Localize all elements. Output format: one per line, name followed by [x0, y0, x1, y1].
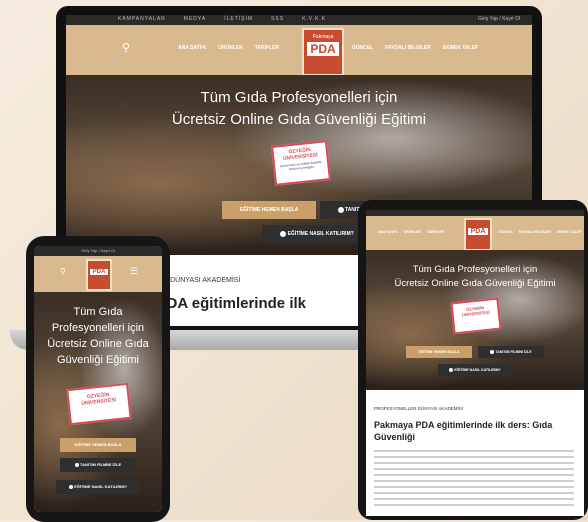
play-icon — [68, 484, 73, 489]
topbar-link[interactable]: KAMPANYALAR — [118, 16, 166, 22]
hero-title-line1: Tüm Gıda Profesyonelleri için — [412, 264, 538, 275]
pda-logo[interactable]: Pakmaya PDA — [302, 28, 344, 76]
play-icon — [490, 350, 495, 355]
pda-logo[interactable]: PDA — [86, 259, 112, 291]
search-icon[interactable]: ⚲ — [122, 41, 130, 54]
tablet-screen: ANA SAYFA ÜRÜNLER TARİFLER PDA GÜNCEL FA… — [366, 210, 584, 516]
pda-logo[interactable]: PDA — [464, 218, 492, 251]
start-training-button[interactable]: EĞİTİME HEMEN BAŞLA — [406, 346, 472, 358]
menu-icon[interactable]: ☰ — [130, 266, 138, 277]
tablet-hero: Tüm Gıda Profesyonelleri için Ücretsiz O… — [366, 250, 584, 390]
nav-item-news[interactable]: GÜNCEL — [352, 45, 373, 51]
article-body-placeholder — [374, 450, 574, 506]
nav-item-products[interactable]: ÜRÜNLER — [404, 230, 421, 234]
university-stamp: ÖZYEĞİN ÜNİVERSİTESİ — [450, 297, 502, 335]
nav-item-home[interactable]: ANA SAYFA — [178, 45, 206, 51]
play-icon — [280, 230, 287, 237]
login-link[interactable]: Giriş Yap / Kayıt Ol — [478, 16, 520, 22]
hero-title-line2: Ücretsiz Online Gıda Güvenliği Eğitimi — [171, 111, 427, 128]
tablet-nav: ANA SAYFA ÜRÜNLER TARİFLER PDA GÜNCEL FA… — [366, 216, 584, 251]
nav-item-info[interactable]: FAYDALI BİLGİLER — [385, 45, 431, 51]
phone-hero: Tüm Gıda Profesyonelleri için Ücretsiz O… — [34, 292, 162, 512]
nav-item-info[interactable]: FAYDALI BİLGİLER — [519, 230, 551, 234]
topbar-link[interactable]: K.V.K.K — [302, 16, 326, 22]
nav-item-bread-request[interactable]: EKMEK TALEP — [557, 230, 582, 234]
hero-title-line3: Ücretsiz Online Gıda — [47, 338, 149, 350]
play-icon — [337, 206, 344, 213]
nav-item-recipes[interactable]: TARİFLER — [255, 45, 279, 51]
play-icon — [74, 462, 79, 467]
laptop-nav: ⚲ ANA SAYFA ÜRÜNLER TARİFLER Pakmaya PDA… — [66, 25, 532, 76]
login-link[interactable]: Giriş Yap / Kayıt Ol — [34, 248, 162, 253]
hero-title-line2: Ücretsiz Online Gıda Güvenliği Eğitimi — [394, 278, 556, 289]
phone-screen: Giriş Yap / Kayıt Ol ⚲ PDA ☰ Tüm Gıda Pr… — [34, 246, 162, 512]
nav-item-bread-request[interactable]: EKMEK TALEP — [443, 45, 478, 51]
hero-title-line2: Profesyonelleri için — [51, 322, 145, 334]
laptop-top-bar: KAMPANYALAR MEDYA İLETİŞİM SSS K.V.K.K G… — [66, 15, 532, 25]
watch-promo-button[interactable]: TANITIM FİLMİNİ İZLE — [478, 346, 544, 358]
topbar-link[interactable]: İLETİŞİM — [224, 16, 253, 22]
how-to-join-button[interactable]: EĞİTİME NASIL KATILIRIM? — [56, 480, 140, 494]
topbar-link[interactable]: MEDYA — [184, 16, 206, 22]
search-icon[interactable]: ⚲ — [60, 267, 66, 276]
nav-item-products[interactable]: ÜRÜNLER — [218, 45, 242, 51]
hero-title-line1: Tüm Gıda Profesyonelleri için — [200, 89, 398, 106]
start-training-button[interactable]: EĞİTİME HEMEN BAŞLA — [60, 438, 136, 452]
article-title-line1: Pakmaya PDA eğitimlerinde ilk ders: Gıda — [374, 420, 553, 430]
how-to-join-button[interactable]: EĞİTİME NASIL KATILIRIM? — [262, 225, 372, 243]
hero-title-line1: Tüm Gıda — [73, 306, 123, 318]
play-icon — [449, 368, 454, 373]
article-title-line2: Güvenliği — [374, 432, 416, 442]
topbar-link[interactable]: SSS — [271, 16, 284, 22]
nav-item-recipes[interactable]: TARİFLER — [427, 230, 444, 234]
university-stamp: ÖZYEĞİN ÜNİVERSİTESİ — [66, 382, 132, 426]
hero-title-line4: Güvenliği Eğitimi — [57, 354, 139, 366]
tablet-section-label: PROFESYONELLER DÜNYASI AKADEMİSİ — [374, 406, 463, 411]
how-to-join-button[interactable]: EĞİTİME NASIL KATILIRIM? — [438, 364, 512, 376]
university-stamp: ÖZYEĞİN ÜNİVERSİTESİ Gastronomi ve Mutfa… — [271, 140, 331, 186]
nav-item-news[interactable]: GÜNCEL — [498, 230, 513, 234]
nav-item-home[interactable]: ANA SAYFA — [378, 230, 398, 234]
start-training-button[interactable]: EĞİTİME HEMEN BAŞLA — [222, 201, 316, 219]
phone-nav: ⚲ PDA ☰ — [34, 256, 162, 292]
watch-promo-button[interactable]: TANITIM FİLMİNİ İZLE — [60, 458, 136, 472]
